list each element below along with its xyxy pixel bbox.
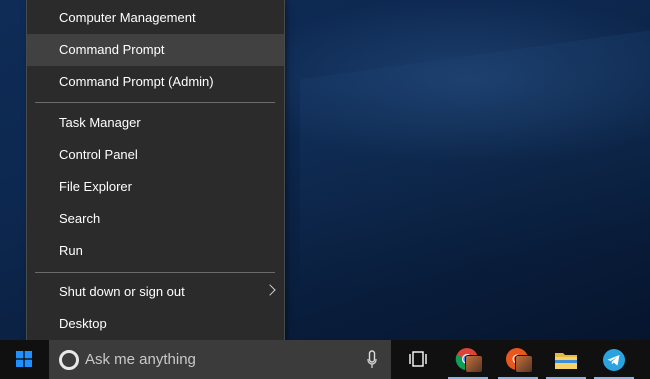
menu-item-computer-management[interactable]: Computer Management <box>27 2 284 34</box>
telegram-icon <box>603 349 625 371</box>
chrome-profile-taskbar-button[interactable] <box>494 340 542 379</box>
menu-separator <box>35 272 275 273</box>
taskbar: Ask me anything <box>0 340 650 379</box>
search-placeholder: Ask me anything <box>85 351 196 368</box>
menu-item-file-explorer[interactable]: File Explorer <box>27 171 284 203</box>
telegram-taskbar-button[interactable] <box>590 340 638 379</box>
search-box[interactable]: Ask me anything <box>49 340 391 379</box>
menu-item-label: Shut down or sign out <box>59 284 185 299</box>
menu-separator <box>35 102 275 103</box>
chevron-right-icon <box>264 284 276 296</box>
folder-icon <box>555 353 577 369</box>
chrome-taskbar-button[interactable] <box>444 340 492 379</box>
start-button[interactable] <box>0 340 48 379</box>
power-user-menu: Computer Management Command Prompt Comma… <box>27 0 284 349</box>
task-view-button[interactable] <box>394 340 442 379</box>
menu-item-search[interactable]: Search <box>27 203 284 235</box>
profile-avatar-icon <box>516 356 532 372</box>
menu-item-command-prompt[interactable]: Command Prompt <box>27 34 284 66</box>
cortana-icon <box>59 350 79 370</box>
menu-item-desktop[interactable]: Desktop <box>27 308 284 340</box>
windows-logo-icon <box>16 351 32 367</box>
menu-item-task-manager[interactable]: Task Manager <box>27 107 284 139</box>
profile-avatar-icon <box>466 356 482 372</box>
menu-item-command-prompt-admin[interactable]: Command Prompt (Admin) <box>27 66 284 98</box>
task-view-icon <box>409 351 427 367</box>
menu-item-run[interactable]: Run <box>27 235 284 267</box>
menu-item-shut-down-or-sign-out[interactable]: Shut down or sign out <box>27 276 284 308</box>
microphone-icon[interactable] <box>367 350 377 370</box>
file-explorer-taskbar-button[interactable] <box>542 340 590 379</box>
menu-item-control-panel[interactable]: Control Panel <box>27 139 284 171</box>
